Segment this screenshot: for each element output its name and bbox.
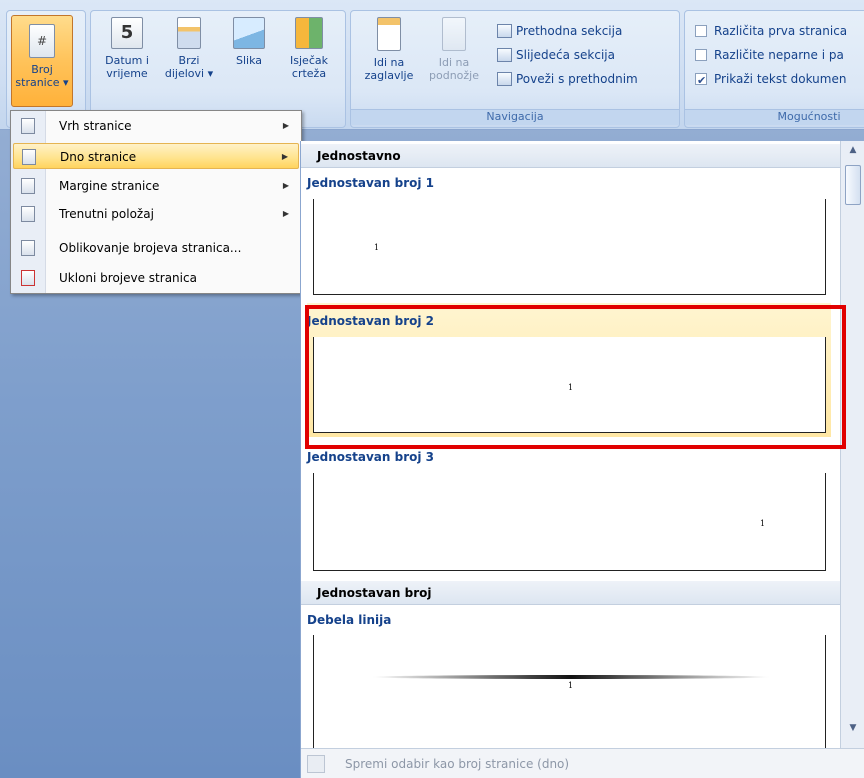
menu-item-current-position[interactable]: Trenutni položaj ▶ xyxy=(13,201,299,227)
quick-parts-label-1: Brzi xyxy=(178,54,200,67)
menu-item-label: Ukloni brojeve stranica xyxy=(59,271,197,285)
calendar-clock-icon: 5 xyxy=(111,17,143,49)
page-margins-icon xyxy=(21,178,35,194)
different-odd-even-checkbox[interactable] xyxy=(695,49,707,61)
different-first-page-label: Različita prva stranica xyxy=(714,24,848,38)
different-first-page-option[interactable]: Različita prva stranica xyxy=(695,21,847,41)
page-number-preview: 1 xyxy=(568,383,574,392)
page-number-label-2: stranice ▾ xyxy=(15,76,69,89)
date-time-label-2: vrijeme xyxy=(106,67,148,80)
group-options: Različita prva stranica Različite neparn… xyxy=(684,10,864,128)
picture-label: Slika xyxy=(235,54,262,67)
save-selection-button[interactable]: Spremi odabir kao broj stranice (dno) xyxy=(301,748,864,778)
group-navigation: Idi na zaglavlje Idi na podnožje Prethod… xyxy=(350,10,680,128)
link-to-previous-button[interactable]: Poveži s prethodnim xyxy=(497,69,638,89)
next-section-icon xyxy=(497,48,512,62)
menu-item-bottom-of-page[interactable]: Dno stranice ▶ xyxy=(13,143,299,169)
menu-item-remove-page-numbers[interactable]: Ukloni brojeve stranica xyxy=(13,265,299,291)
different-first-page-checkbox[interactable] xyxy=(695,25,707,37)
navigation-group-label: Navigacija xyxy=(351,109,679,125)
gallery-item-title: Jednostavan broj 3 xyxy=(307,450,434,464)
picture-button[interactable]: Slika xyxy=(223,17,275,67)
go-to-header-label-2: zaglavlje xyxy=(364,69,414,82)
submenu-arrow-icon: ▶ xyxy=(282,181,289,190)
submenu-arrow-icon: ▶ xyxy=(282,121,289,130)
quick-parts-label-2: dijelovi ▾ xyxy=(164,67,214,80)
previous-section-button[interactable]: Prethodna sekcija xyxy=(497,21,622,41)
submenu-arrow-icon: ▶ xyxy=(281,152,288,161)
clip-art-icon xyxy=(295,17,323,49)
show-document-text-checkbox[interactable] xyxy=(695,71,707,91)
gallery-item-title: Jednostavan broj 1 xyxy=(307,176,434,190)
previous-section-icon xyxy=(497,24,512,38)
show-document-text-option[interactable]: Prikaži tekst dokumen xyxy=(695,69,847,91)
clip-art-button[interactable]: Isječak crteža xyxy=(279,17,339,80)
date-time-label-1: Datum i xyxy=(105,54,149,67)
page-bottom-icon xyxy=(22,149,36,165)
menu-item-format-page-numbers[interactable]: Oblikovanje brojeva stranica... xyxy=(13,235,299,261)
previous-section-label: Prethodna sekcija xyxy=(516,24,623,38)
page-number-menu: Vrh stranice ▶ Dno stranice ▶ Margine st… xyxy=(10,110,302,294)
format-page-numbers-icon xyxy=(21,240,35,256)
clip-art-label-2: crteža xyxy=(291,67,327,80)
menu-item-label: Dno stranice xyxy=(60,150,137,164)
gallery-item-title: Debela linija xyxy=(307,613,392,627)
gallery-item-plain-number-2[interactable]: 1 xyxy=(313,337,826,433)
gallery-item-plain-number-1[interactable]: 1 xyxy=(313,199,826,295)
remove-page-numbers-icon xyxy=(21,270,35,286)
gallery-item-thick-line[interactable]: 1 xyxy=(313,635,826,755)
quick-parts-icon xyxy=(177,17,201,49)
quick-parts-button[interactable]: Brzi dijelovi ▾ xyxy=(161,17,217,80)
page-number-icon: # xyxy=(29,24,55,58)
footer-page-icon xyxy=(442,17,466,51)
go-to-header-label-1: Idi na xyxy=(373,56,405,69)
menu-item-label: Margine stranice xyxy=(59,179,160,193)
different-odd-even-label: Različite neparne i pa xyxy=(714,48,844,62)
gallery-section-header-plain-number: Jednostavan broj xyxy=(301,581,840,605)
thick-line-decoration xyxy=(372,675,770,679)
menu-item-label: Oblikovanje brojeva stranica... xyxy=(59,241,242,255)
go-to-footer-button[interactable]: Idi na podnožje xyxy=(423,17,485,82)
gallery-scrollbar[interactable]: ▲ ▼ xyxy=(840,141,864,751)
save-selection-label: Spremi odabir kao broj stranice (dno) xyxy=(345,757,570,771)
clip-art-label-1: Isječak xyxy=(290,54,328,67)
next-section-label: Slijedeća sekcija xyxy=(516,48,615,62)
go-to-footer-label-2: podnožje xyxy=(429,69,479,82)
next-section-button[interactable]: Slijedeća sekcija xyxy=(497,45,615,65)
page-number-preview: 1 xyxy=(568,681,574,690)
scroll-thumb[interactable] xyxy=(845,165,861,205)
link-to-previous-icon xyxy=(497,72,512,86)
menu-item-label: Trenutni položaj xyxy=(59,207,154,221)
current-position-icon xyxy=(21,206,35,222)
page-number-preview: 1 xyxy=(760,519,766,528)
save-to-gallery-icon xyxy=(307,755,325,773)
page-top-icon xyxy=(21,118,35,134)
gallery-section-header-simple: Jednostavno xyxy=(301,144,840,168)
options-group-label: Mogućnosti xyxy=(685,109,864,125)
page-number-button[interactable]: # Broj stranice ▾ xyxy=(11,15,73,107)
date-time-button[interactable]: 5 Datum i vrijeme xyxy=(97,17,157,80)
picture-icon xyxy=(233,17,265,49)
scroll-down-icon[interactable]: ▼ xyxy=(844,723,862,739)
go-to-header-button[interactable]: Idi na zaglavlje xyxy=(359,17,419,82)
page-number-label-1: Broj xyxy=(31,63,53,76)
menu-item-page-margins[interactable]: Margine stranice ▶ xyxy=(13,173,299,199)
go-to-footer-label-1: Idi na xyxy=(438,56,470,69)
link-to-previous-label: Poveži s prethodnim xyxy=(516,72,638,86)
scroll-up-icon[interactable]: ▲ xyxy=(844,145,862,161)
gallery-item-plain-number-3[interactable]: 1 xyxy=(313,473,826,571)
header-page-icon xyxy=(377,17,401,51)
different-odd-even-option[interactable]: Različite neparne i pa xyxy=(695,45,844,65)
page-number-preview: 1 xyxy=(374,243,380,252)
menu-item-label: Vrh stranice xyxy=(59,119,132,133)
menu-item-top-of-page[interactable]: Vrh stranice ▶ xyxy=(13,113,299,139)
gallery-item-title: Jednostavan broj 2 xyxy=(307,314,434,328)
submenu-arrow-icon: ▶ xyxy=(282,209,289,218)
bottom-of-page-gallery: Jednostavno Jednostavan broj 1 1 Jednost… xyxy=(300,141,864,778)
show-document-text-label: Prikaži tekst dokumen xyxy=(714,72,847,86)
